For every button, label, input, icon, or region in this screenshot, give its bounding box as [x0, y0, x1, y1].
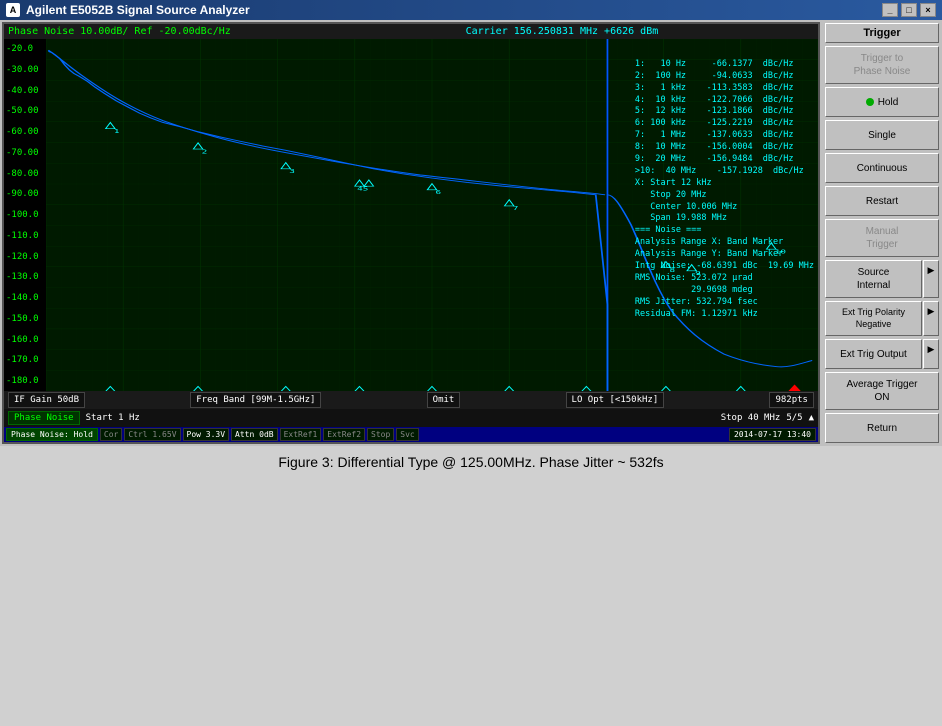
svg-text:3: 3	[289, 169, 295, 175]
annotations-overlay: 1: 10 Hz -66.1377 dBc/Hz 2: 100 Hz -94.0…	[635, 47, 814, 332]
maximize-button[interactable]: □	[901, 3, 917, 17]
status-page-icon: ▲	[809, 413, 814, 423]
carrier-info: Carrier 156.250831 MHz +6626 dBm	[466, 26, 659, 37]
scope-body: -20.0 -30.00 -40.00 -50.00 -60.00 -70.00…	[4, 39, 818, 391]
title-buttons[interactable]: _ □ ×	[882, 3, 936, 17]
app-icon: A	[6, 3, 20, 17]
ext-trig-output-button[interactable]: Ext Trig Output	[825, 339, 922, 369]
minimize-button[interactable]: _	[882, 3, 898, 17]
status-start: Start 1 Hz	[86, 413, 140, 423]
bottom-extref2: ExtRef2	[323, 428, 365, 441]
source-internal-button[interactable]: SourceInternal	[825, 260, 922, 298]
y-axis-labels: -20.0 -30.00 -40.00 -50.00 -60.00 -70.00…	[4, 39, 46, 391]
restart-button[interactable]: Restart	[825, 186, 939, 216]
window-title: Agilent E5052B Signal Source Analyzer	[26, 3, 250, 17]
scope-footer: IF Gain 50dB Freq Band [99M-1.5GHz] Omit…	[4, 391, 818, 409]
bottom-ctrl: Ctrl 1.65V	[124, 428, 180, 441]
svg-text:2: 2	[202, 149, 208, 155]
phase-noise-label: Phase Noise 10.00dB/ Ref -20.00dBc/Hz	[8, 26, 231, 37]
source-internal-arrow[interactable]: ▶	[923, 260, 939, 298]
ext-trig-output-arrow[interactable]: ▶	[923, 339, 939, 369]
average-trigger-button[interactable]: Average TriggerON	[825, 372, 939, 410]
footer-if-gain: IF Gain 50dB	[8, 392, 85, 408]
status-phase-noise: Phase Noise	[8, 411, 80, 425]
bottom-hold: Phase Noise: Hold	[6, 428, 98, 441]
footer-pts: 982pts	[769, 392, 814, 408]
main-area: Phase Noise 10.00dB/ Ref -20.00dBc/Hz Ca…	[0, 20, 942, 446]
right-panel: Trigger Trigger toPhase Noise Hold Singl…	[822, 20, 942, 446]
ext-trig-polarity-row: Ext Trig PolarityNegative ▶	[825, 301, 939, 336]
hold-button[interactable]: Hold	[825, 87, 939, 117]
main-window: A Agilent E5052B Signal Source Analyzer …	[0, 0, 942, 478]
trigger-to-phase-noise-button[interactable]: Trigger toPhase Noise	[825, 46, 939, 84]
title-bar: A Agilent E5052B Signal Source Analyzer …	[0, 0, 942, 20]
bottom-datetime: 2014-07-17 13:40	[729, 428, 816, 441]
scope-header: Phase Noise 10.00dB/ Ref -20.00dBc/Hz Ca…	[4, 24, 818, 39]
bottom-stop: Stop	[367, 428, 394, 441]
title-bar-left: A Agilent E5052B Signal Source Analyzer	[6, 3, 250, 17]
status-stop: Stop 40 MHz	[721, 413, 781, 423]
return-button[interactable]: Return	[825, 413, 939, 443]
close-button[interactable]: ×	[920, 3, 936, 17]
bottom-cor: Cor	[100, 428, 122, 441]
svg-text:45: 45	[357, 186, 368, 192]
ext-trig-output-row: Ext Trig Output ▶	[825, 339, 939, 369]
manual-trigger-button[interactable]: ManualTrigger	[825, 219, 939, 257]
caption-text: Figure 3: Differential Type @ 125.00MHz.…	[278, 454, 663, 470]
source-internal-row: SourceInternal ▶	[825, 260, 939, 298]
svg-text:1: 1	[114, 128, 120, 134]
footer-omit: Omit	[427, 392, 461, 408]
status-bar: Phase Noise Start 1 Hz Stop 40 MHz 5/5 ▲	[4, 409, 818, 427]
status-page: 5/5	[786, 413, 802, 423]
bottom-attn: Attn 0dB	[231, 428, 278, 441]
hold-indicator-dot	[866, 98, 874, 106]
bottom-extref1: ExtRef1	[280, 428, 322, 441]
single-button[interactable]: Single	[825, 120, 939, 150]
bottom-pow: Pow 3.3V	[183, 428, 230, 441]
chart-area: 1 2 3 45 6	[46, 39, 818, 391]
ext-trig-polarity-arrow[interactable]: ▶	[923, 301, 939, 336]
panel-title: Trigger	[825, 23, 939, 43]
figure-caption: Figure 3: Differential Type @ 125.00MHz.…	[0, 446, 942, 478]
footer-lo-opt: LO Opt [<150kHz]	[566, 392, 665, 408]
bottom-svc: Svc	[396, 428, 418, 441]
hold-label: Hold	[878, 96, 899, 109]
ext-trig-polarity-button[interactable]: Ext Trig PolarityNegative	[825, 301, 922, 336]
footer-freq-band: Freq Band [99M-1.5GHz]	[190, 392, 321, 408]
svg-text:7: 7	[513, 206, 519, 212]
scope-area: Phase Noise 10.00dB/ Ref -20.00dBc/Hz Ca…	[2, 22, 820, 444]
svg-text:6: 6	[436, 190, 442, 196]
continuous-button[interactable]: Continuous	[825, 153, 939, 183]
bottom-bar: Phase Noise: Hold Cor Ctrl 1.65V Pow 3.3…	[4, 427, 818, 442]
